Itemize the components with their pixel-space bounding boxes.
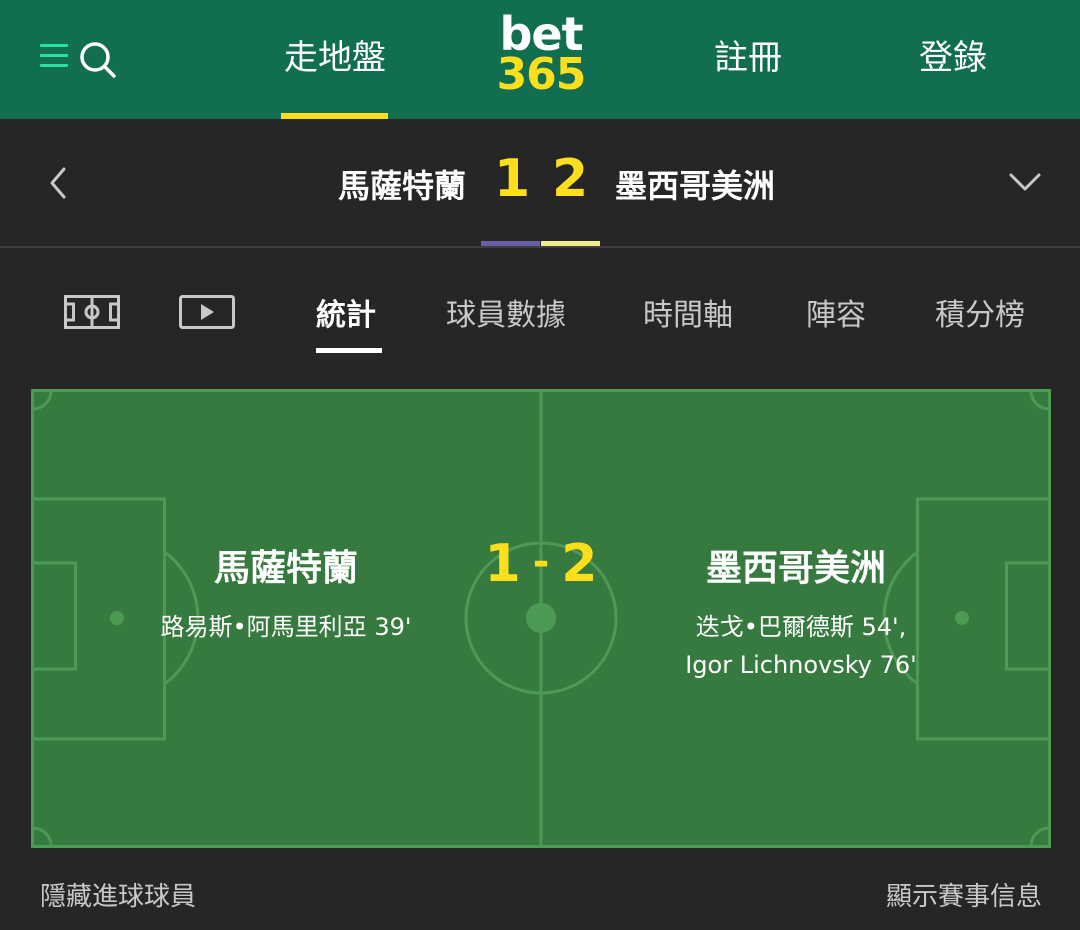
tab-stats[interactable]: 統計 xyxy=(316,290,376,334)
video-icon[interactable] xyxy=(179,295,235,333)
top-navigation-bar: 走地盤 bet 365 註冊 登錄 xyxy=(0,0,1080,119)
chevron-down-icon[interactable] xyxy=(1005,167,1045,197)
search-icon[interactable] xyxy=(78,40,118,80)
home-team-name: 馬薩特蘭 xyxy=(337,167,466,205)
away-score: 2 xyxy=(552,149,589,209)
home-kit-color-bar xyxy=(481,241,540,246)
logo-text-bottom: 365 xyxy=(496,49,587,101)
pitch-home-score: 1 xyxy=(484,534,521,594)
home-score: 1 xyxy=(494,149,531,209)
bet365-logo[interactable]: bet 365 xyxy=(493,11,589,101)
menu-icon[interactable] xyxy=(40,44,70,70)
away-goal-scorers-line-1: 迭戈•巴爾德斯 54', xyxy=(695,613,907,641)
tab-standings[interactable]: 積分榜 xyxy=(935,290,1025,334)
away-kit-color-bar xyxy=(541,241,600,246)
tab-lineup[interactable]: 陣容 xyxy=(806,290,866,334)
home-goal-scorers: 路易斯•阿馬里利亞 39' xyxy=(160,613,412,641)
tab-timeline[interactable]: 時間軸 xyxy=(643,290,733,334)
away-team-name: 墨西哥美洲 xyxy=(615,167,776,205)
tab-active-indicator xyxy=(316,348,382,353)
pitch-icon[interactable] xyxy=(64,295,120,333)
match-tabs: 統計 球員數據 時間軸 陣容 積分榜 xyxy=(0,250,1080,370)
tab-player-stats[interactable]: 球員數據 xyxy=(446,290,566,334)
pitch-away-score: 2 xyxy=(561,534,598,594)
pitch-score-separator: - xyxy=(532,539,550,585)
nav-inplay[interactable]: 走地盤 xyxy=(270,33,400,83)
pitch-away-team-name: 墨西哥美洲 xyxy=(705,548,886,589)
match-header: 馬薩特蘭 1 2 墨西哥美洲 xyxy=(0,119,1080,248)
pitch-home-team-name: 馬薩特蘭 xyxy=(213,548,358,589)
pitch-scoreboard: 馬薩特蘭 1-2 墨西哥美洲 路易斯•阿馬里利亞 39' 迭戈•巴爾德斯 54'… xyxy=(31,389,1051,848)
chevron-left-icon[interactable] xyxy=(44,163,74,203)
pitch-score: 1-2 xyxy=(471,534,611,594)
hide-scorers-link[interactable]: 隱藏進球球員 xyxy=(40,876,196,913)
login-button[interactable]: 登錄 xyxy=(905,33,1001,83)
show-match-info-link[interactable]: 顯示賽事信息 xyxy=(886,876,1042,913)
away-goal-scorers-line-2: Igor Lichnovsky 76' xyxy=(685,651,917,679)
register-button[interactable]: 註冊 xyxy=(700,33,796,83)
